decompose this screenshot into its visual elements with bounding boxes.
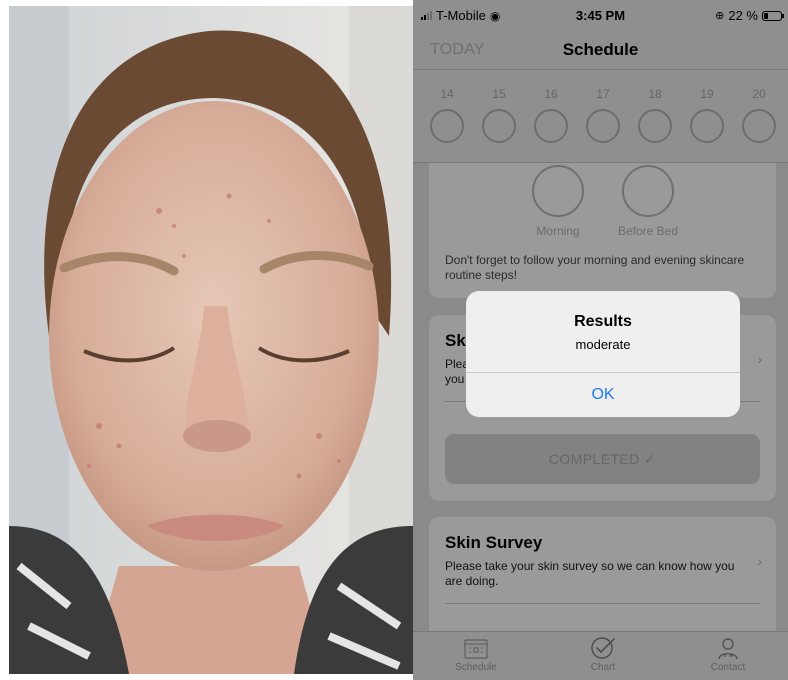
face-photo: [9, 6, 413, 674]
orientation-lock-icon: ⊕: [715, 10, 725, 22]
alert-ok-button[interactable]: OK: [466, 373, 740, 417]
date-item[interactable]: 19: [687, 87, 727, 143]
battery-fill: [764, 12, 768, 19]
battery-icon: [762, 10, 784, 21]
date-circle: [690, 109, 724, 143]
routine-note: Don't forget to follow your morning and …: [445, 253, 745, 282]
date-item[interactable]: 14: [427, 87, 467, 143]
morning-label: Morning: [536, 224, 580, 238]
card-divider: [445, 603, 760, 604]
chevron-right-icon: ›: [757, 553, 762, 569]
tab-bar: Schedule Chart Contact: [413, 631, 788, 680]
chevron-right-icon: ›: [757, 351, 762, 367]
calendar-icon: [464, 639, 488, 659]
date-item[interactable]: 15: [479, 87, 519, 143]
date-number: 18: [648, 87, 662, 101]
status-right: ⊕ 22 %: [715, 8, 784, 23]
tab-chart[interactable]: Chart: [558, 636, 648, 673]
page-title: Schedule: [562, 40, 639, 59]
date-circle: [482, 109, 516, 143]
date-strip: 14 15 16 17 18 19 20: [413, 71, 788, 163]
results-alert: Results moderate OK: [466, 291, 740, 417]
date-circle: [742, 109, 776, 143]
date-item[interactable]: 18: [635, 87, 675, 143]
tab-contact[interactable]: Contact: [683, 636, 773, 673]
date-circle: [638, 109, 672, 143]
alert-message: moderate: [575, 337, 631, 352]
check-badge-icon: [591, 637, 615, 659]
photo-task-desc-line2: you: [445, 372, 465, 386]
photo-task-title: Sk: [445, 331, 466, 350]
status-bar: T-Mobile ◉ 3:45 PM ⊕ 22 %: [413, 0, 788, 28]
morning-routine-toggle[interactable]: [532, 165, 584, 217]
date-circle: [430, 109, 464, 143]
skin-survey-description: Please take your skin survey so we can k…: [445, 559, 735, 588]
tab-chart-label: Chart: [590, 662, 616, 673]
date-number: 19: [700, 87, 714, 101]
tab-contact-label: Contact: [710, 662, 746, 673]
date-circle: [586, 109, 620, 143]
phone-screen: T-Mobile ◉ 3:45 PM ⊕ 22 % TODAY Schedule…: [413, 0, 788, 680]
date-circle: [534, 109, 568, 143]
nav-bar: TODAY Schedule: [413, 28, 788, 70]
date-item[interactable]: 20: [739, 87, 779, 143]
face-photo-illustration: [9, 6, 413, 674]
date-number: 17: [596, 87, 610, 101]
routine-card: Morning Before Bed Don't forget to follo…: [429, 163, 776, 298]
completed-button[interactable]: COMPLETED ✓: [445, 434, 760, 484]
date-item[interactable]: 17: [583, 87, 623, 143]
date-number: 14: [440, 87, 454, 101]
tab-schedule-label: Schedule: [455, 662, 497, 673]
date-item[interactable]: 16: [531, 87, 571, 143]
tab-schedule[interactable]: Schedule: [431, 636, 521, 673]
alert-title: Results: [574, 313, 632, 330]
before-bed-routine-toggle[interactable]: [622, 165, 674, 217]
date-number: 20: [752, 87, 766, 101]
battery-percent: 22 %: [728, 8, 758, 23]
skin-survey-card[interactable]: Skin Survey Please take your skin survey…: [429, 517, 776, 631]
skin-survey-title: Skin Survey: [445, 533, 543, 552]
date-number: 15: [492, 87, 506, 101]
doctor-icon: [718, 638, 738, 660]
before-bed-label: Before Bed: [617, 224, 679, 238]
date-number: 16: [544, 87, 558, 101]
